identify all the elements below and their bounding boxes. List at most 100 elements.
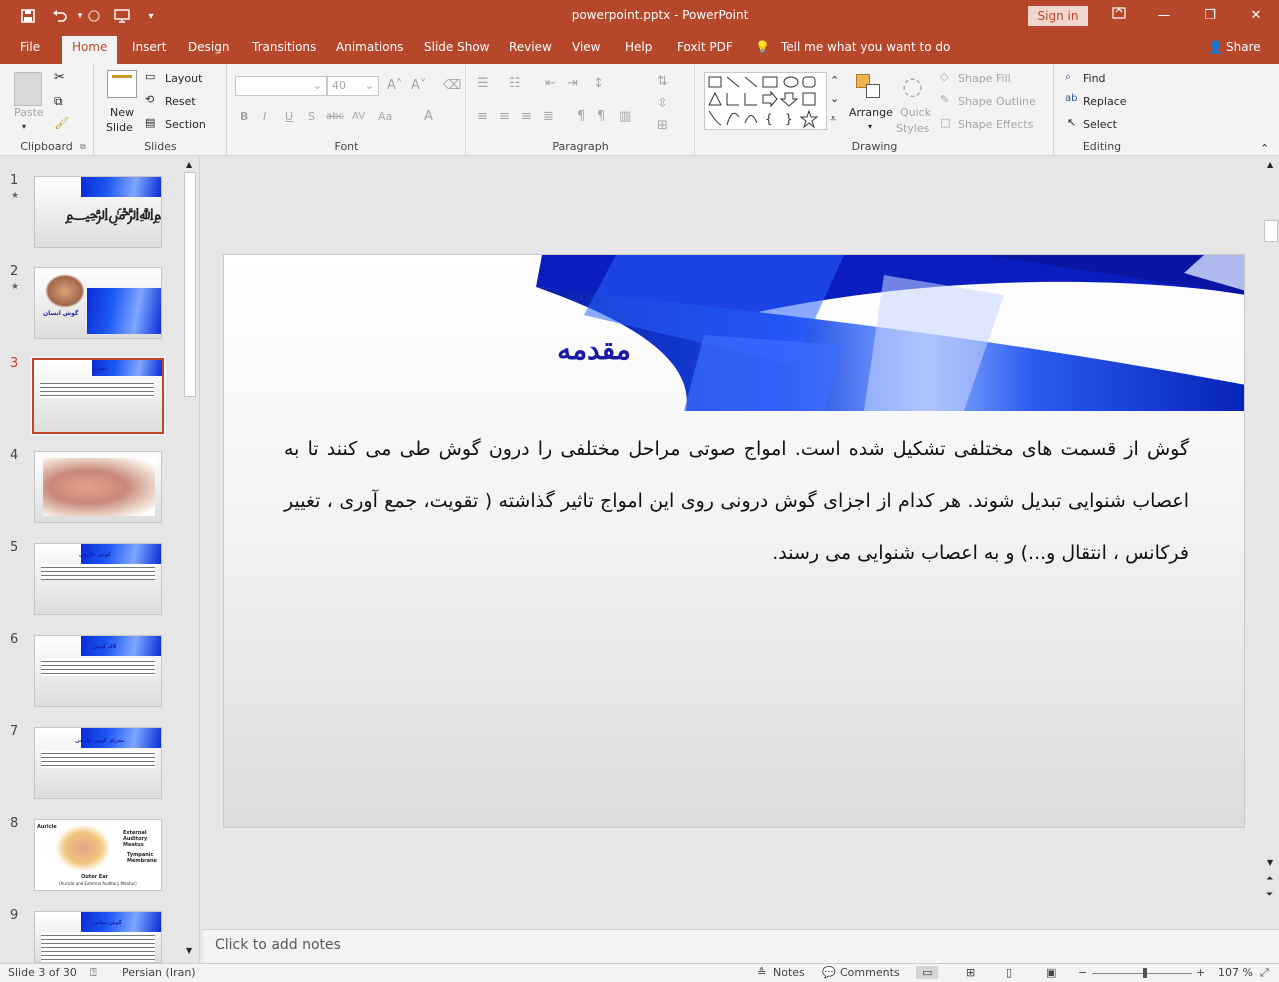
change-case-icon[interactable]: Aa bbox=[378, 110, 392, 123]
tab-help[interactable]: Help bbox=[625, 40, 652, 54]
scroll-down-icon[interactable]: ▼ bbox=[186, 946, 192, 955]
columns-icon[interactable]: ▥ bbox=[619, 109, 631, 124]
comments-icon[interactable]: 💬 bbox=[822, 966, 836, 979]
slide-thumbnail-3[interactable]: مقدمه bbox=[30, 356, 166, 436]
notes-button[interactable]: Notes bbox=[773, 966, 805, 979]
fit-slide-icon[interactable]: ⤢ bbox=[1260, 966, 1269, 980]
collapse-ribbon-icon[interactable]: ⌃ bbox=[1260, 142, 1269, 155]
shapes-gallery[interactable]: {} bbox=[704, 72, 844, 130]
text-shadow-icon[interactable]: S bbox=[308, 110, 315, 123]
scroll-down-icon[interactable]: ▼ bbox=[1267, 858, 1273, 867]
tab-transitions[interactable]: Transitions bbox=[252, 40, 316, 54]
gallery-more-icon[interactable]: ⩡ bbox=[830, 112, 836, 126]
shape-effects-icon[interactable]: □ bbox=[940, 116, 950, 129]
font-color-icon[interactable]: A bbox=[424, 109, 433, 124]
notes-icon[interactable]: ≙ bbox=[757, 966, 766, 979]
select-button[interactable]: Select bbox=[1083, 118, 1117, 131]
smartart-icon[interactable]: ⊞ bbox=[657, 118, 668, 133]
shape-outline-button[interactable]: Shape Outline bbox=[958, 95, 1036, 108]
next-slide-icon[interactable]: ⏷ bbox=[1266, 890, 1273, 900]
reset-icon[interactable]: ⟲ bbox=[145, 93, 154, 106]
tab-foxit-pdf[interactable]: Foxit PDF bbox=[677, 40, 733, 54]
tab-animations[interactable]: Animations bbox=[336, 40, 403, 54]
align-right-icon[interactable]: ≡ bbox=[521, 109, 532, 124]
slide-thumbnail-1[interactable]: ﷽ bbox=[34, 176, 162, 248]
increase-font-size-icon[interactable]: A˄ bbox=[387, 78, 402, 93]
slide-thumbnail-2[interactable]: گوش انسان bbox=[34, 267, 162, 339]
shape-outline-icon[interactable]: ✎ bbox=[940, 93, 949, 106]
layout-icon[interactable]: ▭ bbox=[145, 70, 155, 83]
slide-thumbnail-9[interactable]: گوش میانی bbox=[34, 911, 162, 963]
slide-thumbnail-5[interactable]: گوش خارجی bbox=[34, 543, 162, 615]
align-left-icon[interactable]: ≡ bbox=[477, 109, 488, 124]
tab-view[interactable]: View bbox=[572, 40, 600, 54]
paste-button[interactable]: Paste bbox=[14, 106, 44, 119]
zoom-slider-thumb[interactable] bbox=[1143, 968, 1148, 978]
slide-thumbnail-6[interactable]: لاله گوش bbox=[34, 635, 162, 707]
justify-icon[interactable]: ≣ bbox=[543, 109, 554, 124]
character-spacing-icon[interactable]: AV bbox=[352, 111, 365, 122]
underline-icon[interactable]: U bbox=[285, 110, 293, 123]
format-painter-icon[interactable]: 🖌 bbox=[54, 116, 69, 130]
font-name-combobox[interactable]: ⌄ bbox=[235, 76, 327, 96]
ribbon-display-options-icon[interactable] bbox=[1107, 6, 1131, 26]
restore-icon[interactable]: ❐ bbox=[1198, 6, 1222, 26]
arrange-button[interactable]: Arrange bbox=[849, 106, 893, 119]
section-button[interactable]: Section bbox=[165, 118, 206, 131]
section-icon[interactable]: ▤ bbox=[145, 116, 155, 129]
replace-icon[interactable]: ab bbox=[1065, 93, 1077, 104]
undo-icon[interactable] bbox=[50, 6, 70, 26]
bold-icon[interactable]: B bbox=[240, 110, 248, 123]
clipboard-launcher-icon[interactable]: ⧉ bbox=[80, 142, 86, 152]
normal-view-icon[interactable]: ▭ bbox=[916, 966, 939, 979]
cut-icon[interactable]: ✂ bbox=[54, 70, 65, 85]
tab-design[interactable]: Design bbox=[188, 40, 229, 54]
arrange-dropdown-icon[interactable]: ▾ bbox=[868, 122, 872, 131]
scroll-up-icon[interactable]: ▲ bbox=[186, 160, 192, 169]
align-center-icon[interactable]: ≡ bbox=[499, 109, 510, 124]
quick-styles-button-line2[interactable]: Styles bbox=[896, 122, 929, 135]
paste-dropdown-icon[interactable]: ▾ bbox=[22, 122, 26, 131]
scrollbar-thumb[interactable] bbox=[1264, 220, 1278, 242]
arrange-icon[interactable] bbox=[856, 74, 884, 100]
tab-slide-show[interactable]: Slide Show bbox=[424, 40, 489, 54]
font-size-combobox[interactable]: 40 ⌄ bbox=[327, 76, 379, 96]
language-indicator[interactable]: Persian (Iran) bbox=[122, 966, 196, 979]
zoom-out-icon[interactable]: − bbox=[1078, 966, 1087, 979]
tab-file[interactable]: File bbox=[20, 40, 40, 54]
slide-body-text[interactable]: گوش از قسمت های مختلفی تشکیل شده است. ام… bbox=[284, 423, 1189, 579]
comments-button[interactable]: Comments bbox=[840, 966, 900, 979]
increase-indent-icon[interactable]: ⇥ bbox=[567, 76, 578, 91]
decrease-indent-icon[interactable]: ⇤ bbox=[545, 76, 556, 91]
slide-thumbnail-7[interactable]: مجرای گوش خارجی bbox=[34, 727, 162, 799]
save-icon[interactable] bbox=[18, 6, 38, 26]
shape-fill-icon[interactable]: ◇ bbox=[940, 70, 948, 83]
zoom-in-icon[interactable]: + bbox=[1196, 966, 1205, 979]
close-icon[interactable]: ✕ bbox=[1244, 6, 1268, 26]
minimize-icon[interactable]: — bbox=[1152, 6, 1176, 26]
shape-effects-button[interactable]: Shape Effects bbox=[958, 118, 1033, 131]
tab-review[interactable]: Review bbox=[509, 40, 552, 54]
reset-button[interactable]: Reset bbox=[165, 95, 196, 108]
new-slide-button-line2[interactable]: Slide bbox=[106, 121, 133, 134]
sign-in-button[interactable]: Sign in bbox=[1028, 6, 1088, 26]
notes-pane[interactable]: Click to add notes bbox=[203, 929, 1279, 963]
scroll-up-icon[interactable]: ▲ bbox=[1267, 160, 1273, 169]
shape-fill-button[interactable]: Shape Fill bbox=[958, 72, 1011, 85]
copy-icon[interactable]: ⧉ bbox=[54, 94, 63, 109]
reading-view-icon[interactable]: ▯ bbox=[1006, 966, 1012, 979]
paste-icon[interactable] bbox=[14, 72, 42, 106]
chevron-up-icon[interactable]: ⌃ bbox=[830, 74, 839, 87]
line-spacing-icon[interactable]: ↕ bbox=[593, 76, 604, 91]
find-button[interactable]: Find bbox=[1083, 72, 1106, 85]
new-slide-button[interactable]: New bbox=[110, 106, 134, 119]
bullets-icon[interactable]: ☰ bbox=[477, 76, 489, 91]
slideshow-view-icon[interactable]: ▣ bbox=[1046, 966, 1056, 979]
previous-slide-icon[interactable]: ⏶ bbox=[1266, 874, 1273, 884]
slide-title[interactable]: مقدمه bbox=[524, 333, 664, 366]
align-text-icon[interactable]: ⇳ bbox=[657, 96, 668, 111]
select-icon[interactable]: ↖ bbox=[1067, 116, 1076, 129]
thumbnail-scrollbar[interactable]: ▲ ▼ bbox=[183, 160, 197, 960]
quick-styles-icon[interactable]: ◌ bbox=[902, 72, 923, 100]
notes-placeholder[interactable]: Click to add notes bbox=[215, 937, 341, 953]
